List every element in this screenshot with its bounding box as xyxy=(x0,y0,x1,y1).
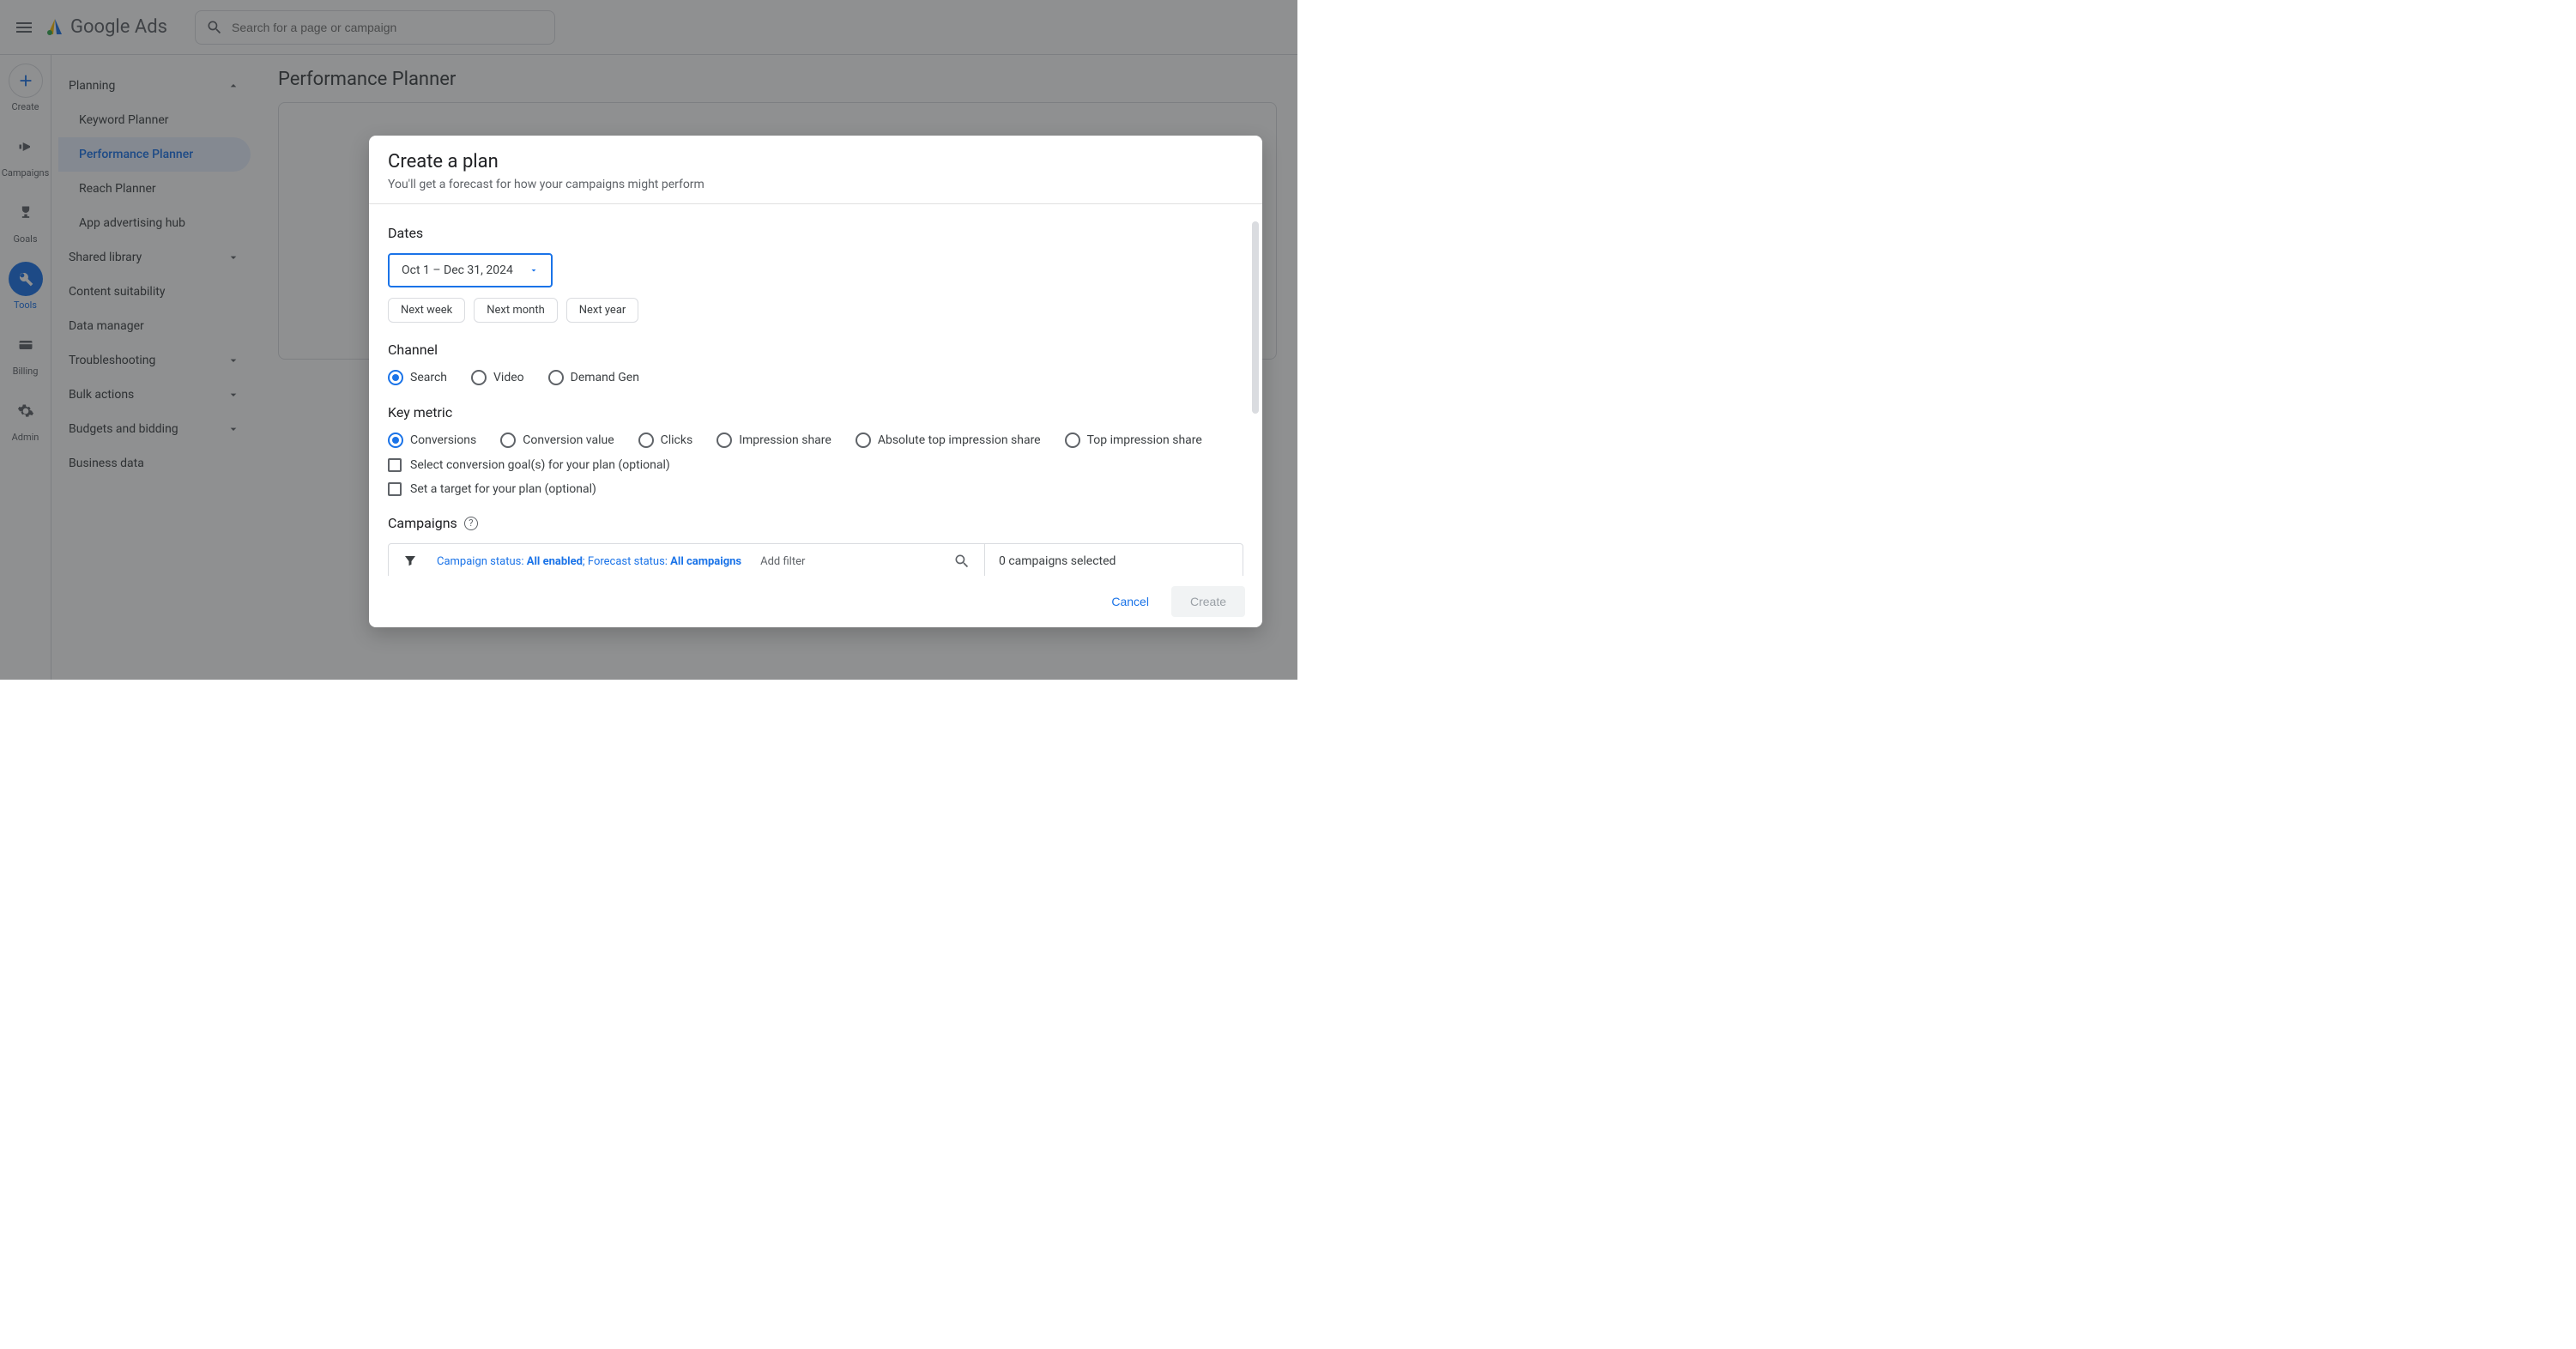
search-icon[interactable] xyxy=(953,553,971,570)
campaigns-section-label: Campaigns ? xyxy=(388,515,1243,531)
radio-top-impression[interactable]: Top impression share xyxy=(1065,433,1202,448)
dates-section-label: Dates xyxy=(388,225,1243,241)
campaign-filter-bar: Campaign status: All enabled; Forecast s… xyxy=(388,543,1243,576)
channel-radios: Search Video Demand Gen xyxy=(388,370,1243,385)
chip-next-week[interactable]: Next week xyxy=(388,298,465,323)
filter-icon[interactable] xyxy=(402,554,418,569)
filter-chip[interactable]: Campaign status: All enabled; Forecast s… xyxy=(437,555,741,568)
date-range-select[interactable]: Oct 1 – Dec 31, 2024 xyxy=(388,253,553,287)
radio-conversion-value[interactable]: Conversion value xyxy=(500,433,614,448)
create-plan-dialog: Create a plan You'll get a forecast for … xyxy=(369,136,1262,627)
help-icon[interactable]: ? xyxy=(464,517,478,530)
chip-next-month[interactable]: Next month xyxy=(474,298,558,323)
checkbox-set-target[interactable]: Set a target for your plan (optional) xyxy=(388,482,1243,496)
radio-video[interactable]: Video xyxy=(471,370,524,385)
radio-clicks[interactable]: Clicks xyxy=(638,433,693,448)
metric-radios: Conversions Conversion value Clicks Impr… xyxy=(388,433,1243,448)
date-range-value: Oct 1 – Dec 31, 2024 xyxy=(402,263,513,277)
filter-left: Campaign status: All enabled; Forecast s… xyxy=(389,544,985,576)
key-metric-section-label: Key metric xyxy=(388,404,1243,420)
radio-impression-share[interactable]: Impression share xyxy=(717,433,831,448)
checkbox-icon xyxy=(388,458,402,472)
chip-next-year[interactable]: Next year xyxy=(566,298,639,323)
dialog-header: Create a plan You'll get a forecast for … xyxy=(369,136,1262,204)
date-chips: Next week Next month Next year xyxy=(388,298,1243,323)
dialog-footer: Cancel Create xyxy=(369,576,1262,627)
radio-search[interactable]: Search xyxy=(388,370,447,385)
checkbox-icon xyxy=(388,482,402,496)
create-button[interactable]: Create xyxy=(1171,586,1245,617)
radio-conversions[interactable]: Conversions xyxy=(388,433,476,448)
radio-abs-top-impression[interactable]: Absolute top impression share xyxy=(856,433,1041,448)
radio-demand-gen[interactable]: Demand Gen xyxy=(548,370,639,385)
dropdown-arrow-icon xyxy=(529,265,539,275)
dialog-title: Create a plan xyxy=(388,151,1243,172)
checkbox-conversion-goals[interactable]: Select conversion goal(s) for your plan … xyxy=(388,458,1243,472)
dialog-subtitle: You'll get a forecast for how your campa… xyxy=(388,178,1243,191)
scrollbar[interactable] xyxy=(1252,221,1259,414)
dialog-body: Dates Oct 1 – Dec 31, 2024 Next week Nex… xyxy=(369,204,1262,576)
channel-section-label: Channel xyxy=(388,342,1243,358)
campaigns-selected-count: 0 campaigns selected xyxy=(985,554,1243,568)
add-filter-button[interactable]: Add filter xyxy=(760,555,805,568)
cancel-button[interactable]: Cancel xyxy=(1099,588,1161,615)
